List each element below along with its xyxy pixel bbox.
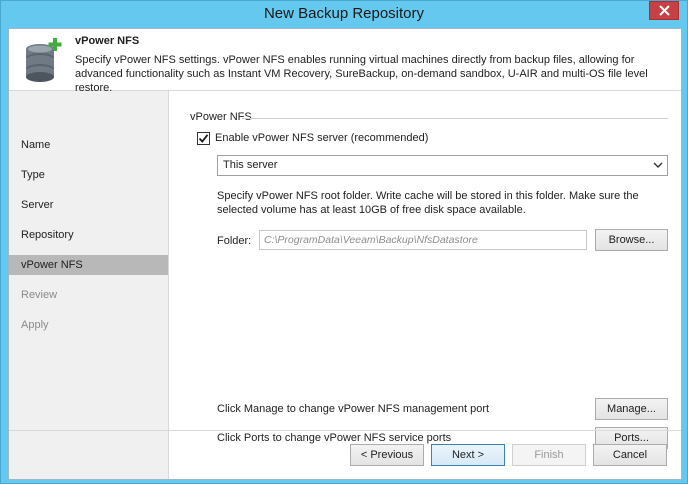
enable-nfs-label[interactable]: Enable vPower NFS server (recommended) <box>215 132 428 144</box>
previous-button[interactable]: < Previous <box>350 444 424 466</box>
header-description: Specify vPower NFS settings. vPower NFS … <box>75 54 648 94</box>
manage-button[interactable]: Manage... <box>595 398 668 420</box>
dialog-window: New Backup Repository vPower NFS Specify… <box>0 0 688 484</box>
database-add-icon <box>26 38 62 82</box>
server-select[interactable]: This server <box>217 155 668 176</box>
checkmark-icon <box>198 134 209 143</box>
group-label: vPower NFS <box>190 111 252 123</box>
server-select-value: This server <box>223 159 278 171</box>
step-repository[interactable]: Repository <box>9 225 168 245</box>
step-name[interactable]: Name <box>9 135 168 155</box>
header-title: vPower NFS <box>75 35 140 47</box>
window-title: New Backup Repository <box>263 5 425 22</box>
close-button[interactable] <box>649 1 679 20</box>
step-type[interactable]: Type <box>9 165 168 185</box>
cancel-button[interactable]: Cancel <box>593 444 667 466</box>
next-button[interactable]: Next > <box>431 444 505 466</box>
folder-field[interactable]: C:\ProgramData\Veeam\Backup\NfsDatastore <box>259 230 587 250</box>
step-server[interactable]: Server <box>9 195 168 215</box>
chevron-down-icon <box>653 162 663 168</box>
step-apply: Apply <box>21 319 49 331</box>
wizard-header: vPower NFS Specify vPower NFS settings. … <box>9 29 681 94</box>
manage-note: Click Manage to change vPower NFS manage… <box>217 403 490 415</box>
finish-button: Finish <box>512 444 586 466</box>
wizard-steps: Name Type Server Repository vPower NFS R… <box>9 91 169 479</box>
folder-info-text: Specify vPower NFS root folder. Write ca… <box>217 190 639 216</box>
vpower-nfs-panel: vPower NFS Enable vPower NFS server (rec… <box>169 91 681 479</box>
dialog-client: vPower NFS Specify vPower NFS settings. … <box>8 28 682 480</box>
footer-divider <box>9 430 681 431</box>
enable-nfs-checkbox[interactable] <box>197 132 210 145</box>
group-divider <box>242 118 668 119</box>
folder-label: Folder: <box>217 235 252 247</box>
close-icon <box>658 5 670 16</box>
ports-note: Click Ports to change vPower NFS service… <box>217 432 452 444</box>
title-bar[interactable]: New Backup Repository <box>1 1 687 27</box>
step-vpower-nfs[interactable]: vPower NFS <box>9 255 168 275</box>
step-review: Review <box>21 289 58 301</box>
browse-button[interactable]: Browse... <box>595 229 668 251</box>
